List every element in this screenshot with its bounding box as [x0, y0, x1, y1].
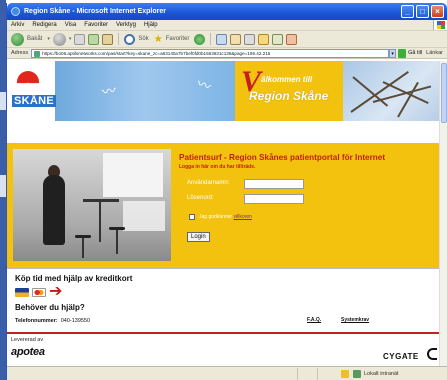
folder-icon[interactable]	[258, 33, 270, 45]
refresh-icon[interactable]	[88, 33, 100, 45]
close-button[interactable]: ×	[431, 5, 444, 18]
edit-icon[interactable]	[272, 33, 284, 45]
ie-icon	[11, 7, 20, 16]
address-dropdown-icon[interactable]: ▾	[389, 48, 397, 58]
terms-label: Jag godkänner villkoren	[199, 214, 252, 220]
login-title: Patientsurf - Region Skånes patientporta…	[179, 153, 386, 162]
menu-bar: Arkiv Redigera Visa Favoriter Verktyg Hj…	[7, 20, 447, 31]
welcome-panel: V älkommen till Region Skåne	[235, 61, 343, 121]
password-label: Lösenord:	[187, 195, 214, 201]
login-subtitle: Logga in här om du har tillträde.	[179, 164, 256, 170]
phone-label: Telefonnummer:	[15, 318, 58, 324]
menu-redigera[interactable]: Redigera	[32, 22, 56, 28]
cygate-logo[interactable]: CYGATE	[383, 352, 419, 361]
favorites-label[interactable]: Favoriter	[166, 36, 190, 42]
username-input[interactable]	[244, 179, 304, 189]
go-arrow-icon[interactable]	[398, 48, 407, 58]
links-button[interactable]: Länkar	[426, 50, 443, 56]
welcome-line2: Region Skåne	[249, 89, 329, 103]
menu-hjalp[interactable]: Hjälp	[144, 22, 158, 28]
home-icon[interactable]	[102, 33, 114, 45]
footer-divider	[7, 332, 440, 334]
stop-icon[interactable]	[74, 33, 86, 45]
title-bar[interactable]: Region Skåne - Microsoft Internet Explor…	[7, 3, 447, 20]
tree-photo	[343, 61, 440, 121]
vertical-scrollbar[interactable]	[439, 61, 447, 366]
menu-arkiv[interactable]: Arkiv	[11, 22, 24, 28]
password-input[interactable]	[244, 194, 304, 204]
address-label: Adress	[11, 50, 29, 56]
menu-favoriter[interactable]: Favoriter	[84, 22, 108, 28]
terms-checkbox[interactable]	[189, 214, 195, 220]
faq-link[interactable]: F.A.Q.	[307, 317, 321, 323]
forward-dropdown-icon[interactable]: ▾	[69, 36, 72, 42]
logo-text: SKÅNE	[12, 95, 57, 107]
messenger-icon[interactable]	[286, 33, 298, 45]
page-icon	[34, 50, 41, 57]
address-input[interactable]: https://bo06.aptilonetworks.com/pas/star…	[31, 48, 390, 58]
mail-icon[interactable]	[230, 33, 242, 45]
go-button[interactable]: Gå till	[408, 50, 422, 56]
logo-sun-icon	[17, 71, 39, 84]
address-bar: Adress https://bo06.aptilonetworks.com/p…	[7, 48, 447, 59]
search-label[interactable]: Sök	[138, 36, 148, 42]
favorites-star-icon[interactable]: ★	[154, 34, 163, 45]
print-icon[interactable]	[244, 33, 256, 45]
apoteket-logo[interactable]: apotea	[11, 346, 45, 358]
history-icon[interactable]	[216, 33, 228, 45]
forward-arrow-icon[interactable]	[52, 32, 66, 46]
person-at-computer-photo	[13, 149, 171, 261]
back-dropdown-icon[interactable]: ▾	[47, 36, 50, 42]
arrow-right-icon[interactable]: ➔	[49, 284, 62, 300]
terms-link[interactable]: villkoren	[233, 214, 251, 220]
maximize-button[interactable]: □	[416, 5, 429, 18]
back-arrow-icon[interactable]	[11, 32, 24, 46]
menu-visa[interactable]: Visa	[65, 22, 77, 28]
browser-window: Region Skåne - Microsoft Internet Explor…	[6, 3, 447, 380]
help-title: Behöver du hjälp?	[15, 303, 85, 312]
intranet-icon	[353, 369, 361, 378]
mastercard-icon	[32, 287, 46, 297]
lock-icon	[341, 369, 349, 378]
terms-prefix: Jag godkänner	[199, 214, 234, 220]
welcome-line1: älkommen till	[261, 75, 313, 84]
search-icon[interactable]	[124, 33, 136, 45]
back-label[interactable]: Bakåt	[27, 36, 42, 42]
cygate-mark-icon	[427, 348, 437, 360]
phone-value: 040-139550	[60, 318, 91, 324]
minimize-button[interactable]: _	[401, 5, 414, 18]
supplied-by-label: Levererad av	[11, 337, 44, 343]
region-skane-logo[interactable]: SKÅNE	[7, 61, 57, 121]
status-bar: Lokalt intranät	[7, 366, 447, 380]
scrollbar-thumb[interactable]	[441, 63, 447, 123]
divider	[7, 268, 440, 269]
menu-verktyg[interactable]: Verktyg	[116, 22, 136, 28]
buy-time-title: Köp tid med hjälp av kreditkort	[15, 274, 133, 283]
username-label: Användarnamn:	[187, 180, 230, 186]
system-requirements-link[interactable]: Systemkrav	[341, 317, 369, 323]
payment-cards: ➔	[15, 284, 435, 300]
login-button[interactable]: Login	[187, 232, 210, 242]
page-content: SKÅNE 〰 〰 V älkommen till Region Skåne P…	[7, 61, 440, 366]
zone-label: Lokalt intranät	[364, 370, 399, 377]
visa-card-icon	[15, 287, 29, 297]
windows-flag-icon	[433, 20, 447, 30]
toolbar: Bakåt ▾ ▾ Sök ★ Favoriter	[7, 31, 447, 48]
address-url: https://bo06.aptilonetworks.com/pas/star…	[42, 50, 271, 56]
banner: SKÅNE 〰 〰 V älkommen till Region Skåne	[7, 61, 440, 121]
window-title: Region Skåne - Microsoft Internet Explor…	[24, 8, 166, 15]
info-section: Köp tid med hjälp av kreditkort ➔ Behöve…	[15, 274, 435, 324]
phone-row: Telefonnummer: 040-139550	[15, 318, 435, 324]
media-icon[interactable]	[194, 33, 206, 45]
